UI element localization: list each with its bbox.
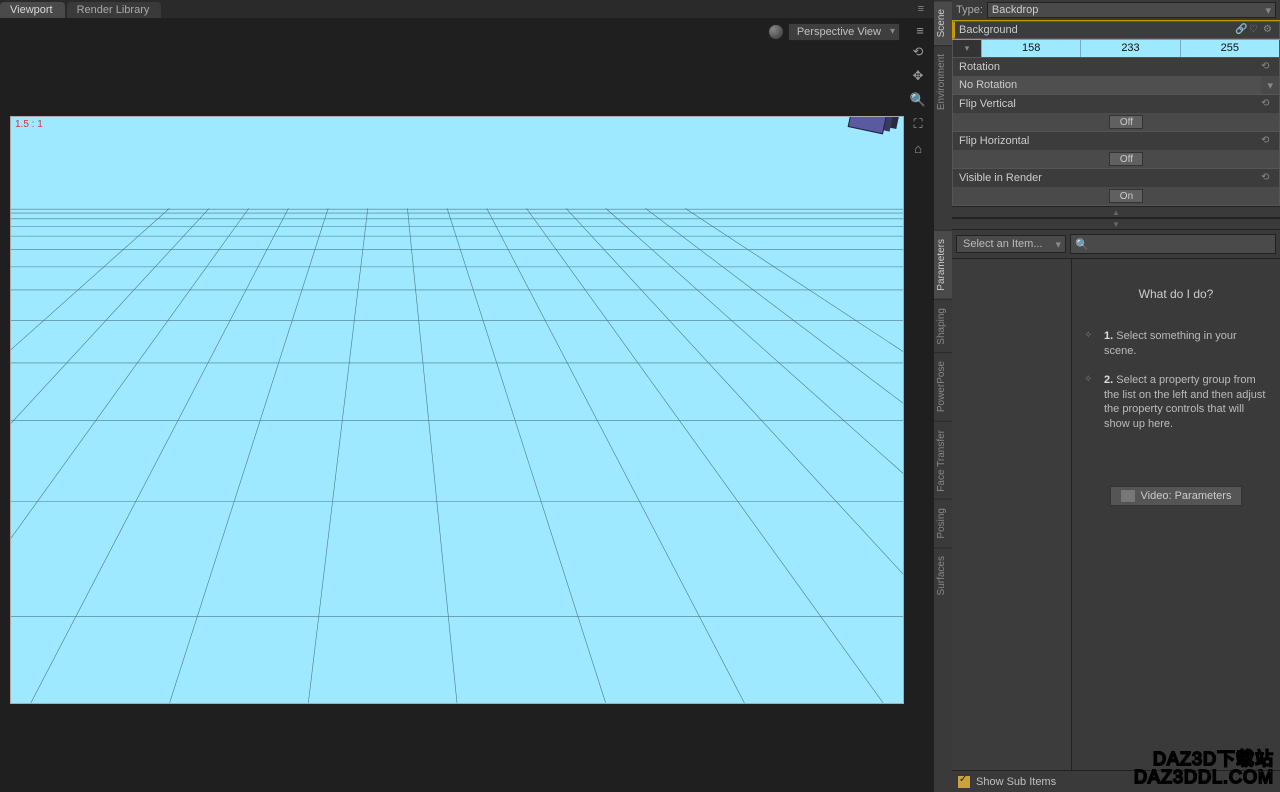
orbit-icon[interactable]: ⟲	[908, 42, 928, 62]
vtab-facetransfer[interactable]: Face Transfer	[934, 421, 952, 500]
prop-background-label: Background	[959, 24, 1018, 36]
type-label: Type:	[956, 4, 983, 16]
watermark: DAZ3D下载站 DAZ3DDL.COM	[1134, 750, 1274, 786]
rotation-label: Rotation	[959, 61, 1000, 73]
panel-options-icon[interactable]: ≡	[912, 0, 930, 18]
step-icon: ✧	[1084, 329, 1098, 359]
vtab-environment[interactable]: Environment	[934, 45, 952, 118]
tab-viewport[interactable]: Viewport	[0, 2, 65, 18]
vtab-scene[interactable]: Scene	[934, 0, 952, 45]
help-pane: What do I do? ✧1. Select something in yo…	[1072, 259, 1280, 770]
property-group-list[interactable]	[952, 259, 1072, 770]
vtab-surfaces[interactable]: Surfaces	[934, 547, 952, 603]
viewport-canvas[interactable]: 1.5 : 1	[10, 116, 904, 704]
view-select[interactable]: Perspective View	[788, 23, 900, 41]
param-search[interactable]: 🔍	[1070, 234, 1276, 254]
reset-icon[interactable]: ⟲	[1261, 135, 1273, 147]
expand-lower[interactable]: ▼	[952, 218, 1280, 230]
nav-cube[interactable]	[839, 116, 899, 143]
vtab-shaping[interactable]: Shaping	[934, 299, 952, 353]
drawstyle-icon[interactable]	[768, 24, 784, 40]
collapse-upper[interactable]: ▲	[952, 206, 1280, 218]
rotation-select[interactable]: No Rotation	[953, 76, 1279, 94]
fliph-label: Flip Horizontal	[959, 135, 1029, 147]
help-title: What do I do?	[1084, 287, 1268, 301]
viewport-tabs: Viewport Render Library ≡	[0, 0, 934, 18]
gear-icon[interactable]: ⚙	[1263, 24, 1275, 36]
flipv-label: Flip Vertical	[959, 98, 1016, 110]
step-icon: ✧	[1084, 373, 1098, 432]
reset-icon[interactable]: ⌂	[908, 138, 928, 158]
visible-toggle[interactable]: On	[953, 187, 1279, 205]
visible-label: Visible in Render	[959, 172, 1042, 184]
color-r[interactable]: 158	[981, 39, 1080, 57]
reset-icon[interactable]: ⟲	[1261, 61, 1273, 73]
link-icon[interactable]: 🔗	[1235, 24, 1247, 36]
video-icon	[1121, 490, 1135, 502]
type-select[interactable]: Backdrop	[987, 2, 1276, 18]
show-subitems-checkbox[interactable]	[958, 776, 970, 788]
color-g[interactable]: 233	[1080, 39, 1179, 57]
aspect-label: 1.5 : 1	[15, 119, 43, 130]
zoom-icon[interactable]: 🔍	[908, 90, 928, 110]
side-tabs-lower: Parameters Shaping PowerPose Face Transf…	[934, 230, 952, 792]
tab-render-library[interactable]: Render Library	[67, 2, 162, 18]
video-parameters-button[interactable]: Video: Parameters	[1110, 486, 1243, 506]
color-expand[interactable]: ▾	[953, 39, 981, 57]
pan-icon[interactable]: ✥	[908, 66, 928, 86]
show-subitems-label: Show Sub Items	[976, 776, 1056, 788]
viewport-menu-icon[interactable]: ≡	[910, 20, 930, 40]
item-select[interactable]: Select an Item...	[956, 235, 1066, 253]
flipv-toggle[interactable]: Off	[953, 113, 1279, 131]
fliph-toggle[interactable]: Off	[953, 150, 1279, 168]
vtab-powerpose[interactable]: PowerPose	[934, 352, 952, 420]
search-icon: 🔍	[1075, 238, 1089, 251]
vtab-parameters[interactable]: Parameters	[934, 230, 952, 299]
vtab-posing[interactable]: Posing	[934, 499, 952, 547]
viewport-panel: Perspective View ≡ ⟲ ✥ 🔍 ⛶ ⌂ 1.5 : 1	[0, 18, 934, 792]
frame-icon[interactable]: ⛶	[908, 114, 928, 134]
reset-icon[interactable]: ⟲	[1261, 98, 1273, 110]
color-b[interactable]: 255	[1180, 39, 1279, 57]
reset-icon[interactable]: ⟲	[1261, 172, 1273, 184]
heart-icon[interactable]: ♡	[1249, 24, 1261, 36]
